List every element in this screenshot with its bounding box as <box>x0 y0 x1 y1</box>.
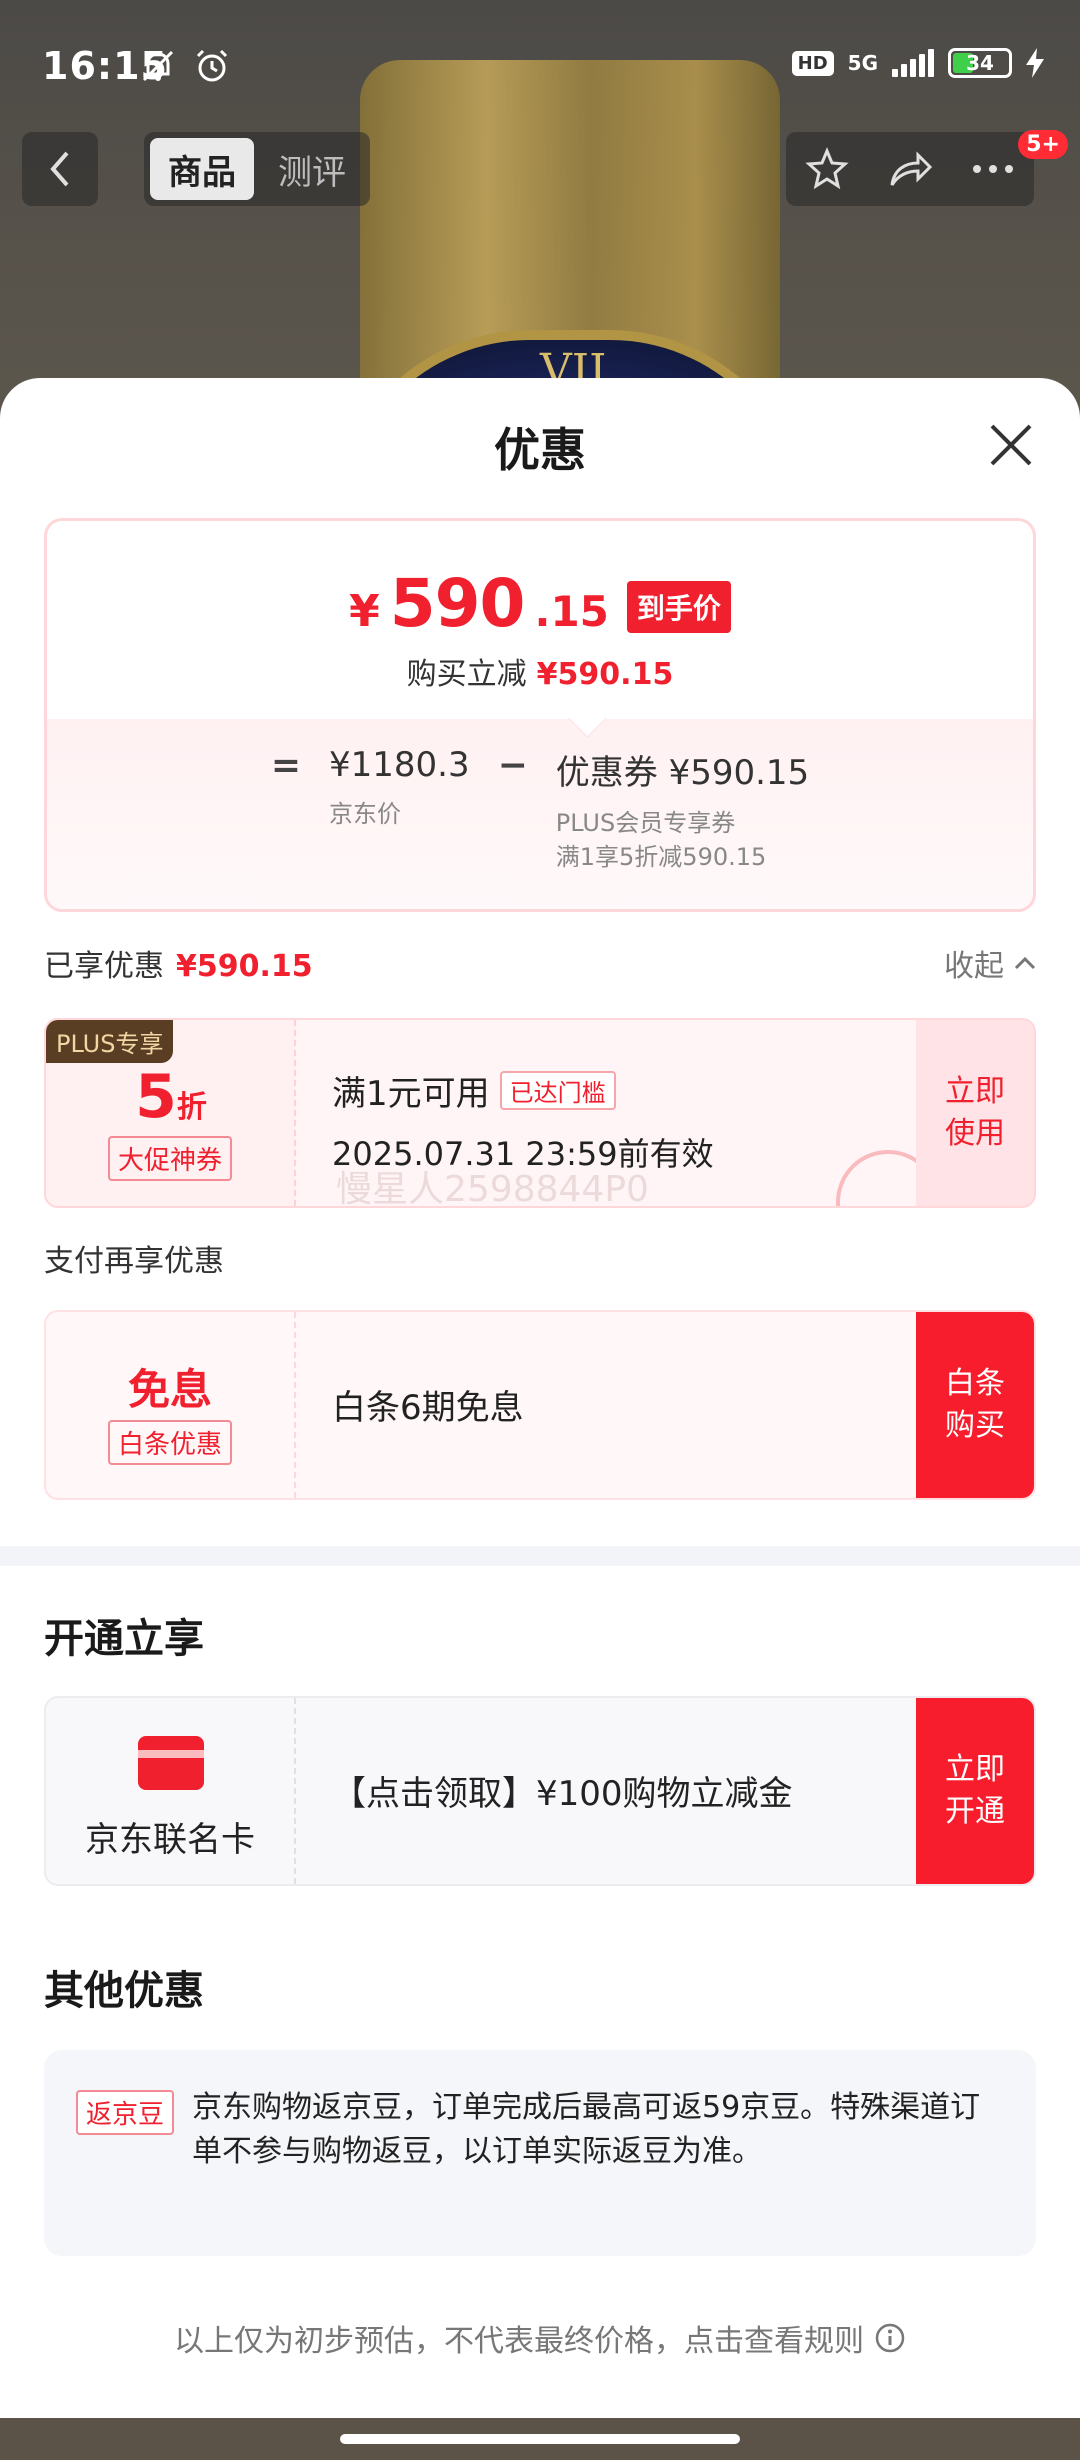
info-icon <box>875 2323 905 2353</box>
discount-unit: 折 <box>176 1090 207 1125</box>
battery-icon: 34 <box>948 48 1012 78</box>
nav-actions <box>786 132 1034 206</box>
star-icon[interactable] <box>805 147 849 191</box>
signal-icon <box>892 49 934 77</box>
currency-symbol: ¥ <box>349 586 380 637</box>
battery-level: 34 <box>966 51 994 75</box>
coupon-title: 满1元可用 <box>332 1074 490 1114</box>
chevron-left-icon <box>50 151 69 187</box>
instant-discount: 购买立减 ¥590.15 <box>47 649 1033 693</box>
threshold-reached-badge: 已达门槛 <box>499 1071 616 1110</box>
price-card: ¥ 590 .15 到手价 购买立减 ¥590.15 = ¥1180.3 京东价 … <box>44 518 1036 912</box>
status-right: HD 5G 34 <box>791 48 1044 78</box>
instant-discount-label: 购买立减 <box>406 657 527 692</box>
watermark-text: 慢星人2598844P0 <box>336 1169 649 1208</box>
price-footnote[interactable]: 以上仅为初步预估，不代表最终价格，点击查看规则 <box>0 2316 1080 2360</box>
co-brand-card[interactable]: 京东联名卡 【点击领取】¥100购物立减金 立即开通 <box>44 1696 1036 1886</box>
jd-price-label: 京东价 <box>328 800 401 828</box>
use-now-button[interactable]: 立即使用 <box>916 1020 1034 1206</box>
status-bar: 16:15 HD 5G 34 <box>0 0 1080 130</box>
alarm-icon <box>196 49 228 82</box>
discount-value: 5折 <box>46 1062 296 1132</box>
payment-discount-label: 支付再享优惠 <box>44 1244 224 1279</box>
tab-review[interactable]: 测评 <box>260 138 364 200</box>
open-section-title: 开通立享 <box>44 1616 204 1662</box>
enjoyed-discount-row: 已享优惠 ¥590.15 收起 <box>44 938 1036 988</box>
equals-sign: = <box>270 745 301 786</box>
back-button[interactable] <box>22 132 98 206</box>
price-integer: 590 <box>389 565 526 642</box>
bell-off-icon <box>142 50 174 82</box>
footnote-text: 以上仅为初步预估，不代表最终价格，点击查看规则 <box>174 2324 864 2359</box>
jd-bean-tag: 返京豆 <box>76 2090 175 2135</box>
interest-free-label: 免息 <box>127 1365 212 1414</box>
close-icon[interactable] <box>986 420 1036 470</box>
enjoyed-label: 已享优惠 <box>44 949 164 984</box>
final-price-tag: 到手价 <box>626 581 731 633</box>
credit-card-icon <box>138 1736 204 1790</box>
final-price: ¥ 590 .15 到手价 <box>47 565 1033 642</box>
collapse-button[interactable]: 收起 <box>944 941 1036 985</box>
minus-sign: − <box>497 745 528 786</box>
price-breakdown: = ¥1180.3 京东价 − 优惠券 ¥590.15 PLUS会员专享券 满1… <box>47 719 1033 909</box>
coupon-note-2: 满1享5折减590.15 <box>555 843 767 871</box>
instant-discount-value: ¥590.15 <box>536 657 674 692</box>
baitiao-buy-button[interactable]: 白条购买 <box>916 1312 1034 1498</box>
product-tabs: 商品 测评 <box>144 132 370 206</box>
more-icon[interactable] <box>971 163 1015 175</box>
jd-bean-text: 京东购物返京豆，订单完成后最高可返59京豆。特殊渠道订单不参与购物返豆，以订单实… <box>192 2090 981 2169</box>
coupon-amount: 优惠券 ¥590.15 <box>555 753 810 793</box>
sheet-title: 优惠 <box>494 423 586 477</box>
share-icon[interactable] <box>886 147 934 191</box>
other-section-title: 其他优惠 <box>44 1968 204 2014</box>
baitiao-card[interactable]: 免息 白条优惠 白条6期免息 白条购买 <box>44 1310 1036 1500</box>
status-icons <box>138 46 232 86</box>
hd-badge: HD <box>791 50 834 76</box>
section-divider <box>0 1546 1080 1566</box>
charging-icon <box>1026 48 1044 78</box>
plus-tag: PLUS专享 <box>46 1020 174 1063</box>
plus-coupon-card[interactable]: PLUS专享 5折 大促神券 满1元可用 已达门槛 2025.07.31 23:… <box>44 1018 1036 1208</box>
home-indicator[interactable] <box>340 2434 740 2444</box>
jd-bean-box: 返京豆 京东购物返京豆，订单完成后最高可返59京豆。特殊渠道订单不参与购物返豆，… <box>44 2050 1036 2256</box>
promo-tag: 大促神券 <box>108 1136 233 1181</box>
open-now-button[interactable]: 立即开通 <box>916 1698 1034 1884</box>
jd-price: ¥1180.3 <box>328 745 470 785</box>
discount-number: 5 <box>135 1062 177 1132</box>
collapse-label: 收起 <box>944 949 1004 984</box>
network-label: 5G <box>847 51 878 75</box>
tab-product[interactable]: 商品 <box>150 138 254 200</box>
card-offer-text: 【点击领取】¥100购物立减金 <box>332 1774 793 1814</box>
baitiao-tag: 白条优惠 <box>108 1420 233 1465</box>
discount-sheet: 优惠 ¥ 590 .15 到手价 购买立减 ¥590.15 = ¥1180.3 京… <box>0 378 1080 2418</box>
coupon-note-1: PLUS会员专享券 <box>555 809 736 837</box>
card-name: 京东联名卡 <box>85 1820 255 1860</box>
chevron-up-icon <box>1014 956 1036 970</box>
price-decimal: .15 <box>534 587 609 636</box>
enjoyed-value: ¥590.15 <box>176 949 313 984</box>
message-badge: 5+ <box>1018 130 1068 159</box>
baitiao-text: 白条6期免息 <box>332 1388 524 1428</box>
